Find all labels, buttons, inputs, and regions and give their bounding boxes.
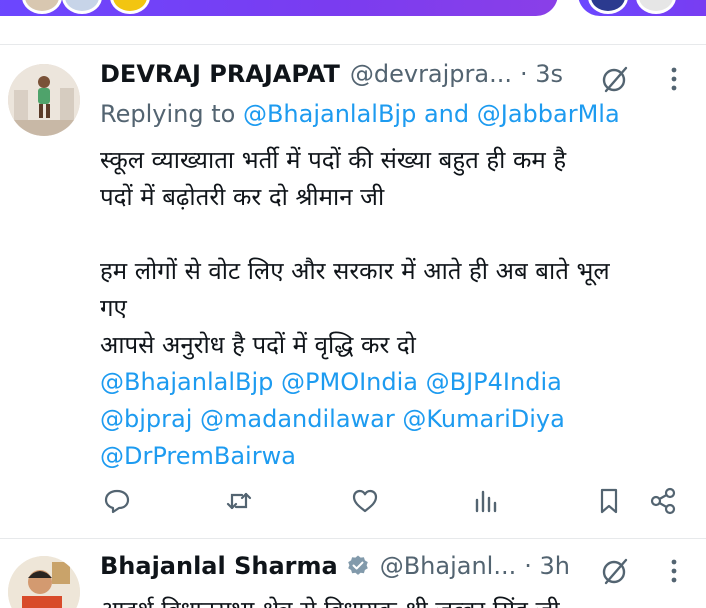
tweet-text-line: स्कूल व्याख्याता भर्ती में पदों की संख्य… [100,146,567,174]
reply-icon[interactable] [102,486,132,516]
timestamp[interactable]: · 3s [520,60,563,88]
tweet-text-line: हम लोगों से वोट लिए और सरकार में आते ही … [100,257,610,285]
timestamp[interactable]: · 3h [524,552,570,580]
tweet-text-line: पदों में बढ़ोतरी कर दो श्रीमान जी [100,183,385,211]
avatar-photo [8,556,80,608]
grok-icon[interactable] [600,556,630,586]
user-handle[interactable]: @devrajpra... [350,60,512,88]
like-icon[interactable] [350,486,380,516]
tweet-text-line: आपसे अनुरोध है पदों में वृद्धि कर दो [100,331,416,359]
tweet-header: DEVRAJ PRAJAPAT @devrajpra... · 3s [100,60,563,88]
mention-link[interactable]: @madandilawar [200,405,395,433]
mention-link[interactable]: @bjpraj [100,405,192,433]
mention-link[interactable]: @KumariDiya [402,405,564,433]
action-bar [100,486,690,522]
display-name[interactable]: DEVRAJ PRAJAPAT [100,60,340,88]
display-name[interactable]: Bhajanlal Sharma [100,552,338,580]
mentions-line: @DrPremBairwa [100,438,690,475]
verified-badge-icon [347,555,368,575]
divider [0,538,706,539]
tweet-header: Bhajanlal Sharma @Bhajanl... · 3h [100,552,570,580]
top-strip [0,0,706,22]
mention-link[interactable]: @BhajanlalBjp [100,368,273,396]
mentions-line: @BhajanlalBjp @PMOIndia @BJP4India [100,364,690,401]
share-icon[interactable] [648,486,678,516]
mention-link[interactable]: @PMOIndia [281,368,418,396]
avatar[interactable] [8,556,80,608]
more-icon[interactable] [668,64,680,94]
tweet-text-line: गए [100,294,127,322]
tweet-text-line: आदर्श विधानसभा क्षेत्र से विधायक श्री जब… [100,592,690,608]
replying-to: Replying to @BhajanlalBjp and @JabbarMla [100,100,620,128]
mention-link[interactable]: @BhajanlalBjp [243,100,416,128]
replying-prefix: Replying to [100,100,243,128]
grok-icon[interactable] [600,64,630,94]
mention-link[interactable]: @JabbarMla [477,100,620,128]
divider [0,44,706,45]
mention-link[interactable]: @BJP4India [426,368,562,396]
mention-link[interactable]: @DrPremBairwa [100,442,296,470]
tweet-text: स्कूल व्याख्याता भर्ती में पदों की संख्य… [100,142,690,475]
timeline: DEVRAJ PRAJAPAT @devrajpra... · 3s Reply… [0,0,706,608]
more-icon[interactable] [668,556,680,586]
views-icon[interactable] [470,486,500,516]
replying-and: and [416,100,477,128]
mentions-line: @bjpraj @madandilawar @KumariDiya [100,401,690,438]
avatar-photo [8,64,80,136]
user-handle[interactable]: @Bhajanl... [380,552,517,580]
tweet-text-blank [100,216,690,253]
tweet-text: आदर्श विधानसभा क्षेत्र से विधायक श्री जब… [100,592,690,608]
retweet-icon[interactable] [224,486,254,516]
bookmark-icon[interactable] [594,486,624,516]
avatar[interactable] [8,64,80,136]
